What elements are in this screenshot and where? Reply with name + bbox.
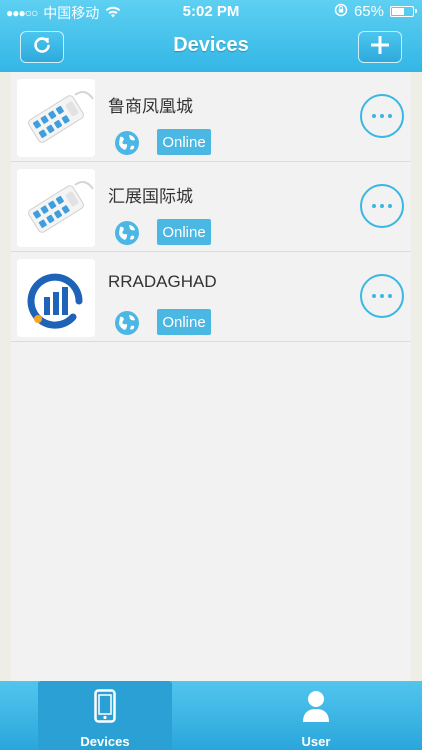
device-row[interactable]: 汇展国际城 Online — [11, 162, 411, 252]
more-dot — [372, 114, 376, 118]
battery-icon — [390, 6, 417, 17]
device-thumbnail — [17, 169, 95, 247]
battery-fill — [392, 8, 405, 15]
more-options-button[interactable] — [360, 94, 404, 138]
status-badge: Online — [157, 129, 211, 155]
more-dot — [380, 114, 384, 118]
tab-label: Devices — [80, 734, 130, 749]
device-thumbnail — [17, 259, 95, 337]
status-badge: Online — [157, 309, 211, 335]
device-row[interactable]: 鲁商凤凰城 Online — [11, 72, 411, 162]
status-badge: Online — [157, 219, 211, 245]
plus-icon — [370, 35, 390, 60]
tab-user[interactable]: User — [249, 681, 383, 750]
more-options-button[interactable] — [360, 274, 404, 318]
status-bar: ●●●○○ 中国移动 5:02 PM 65% — [0, 0, 422, 24]
more-dot — [372, 294, 376, 298]
more-dot — [388, 204, 392, 208]
device-name: RRADAGHAD — [108, 272, 217, 291]
phone-icon — [94, 689, 116, 728]
more-dot — [380, 204, 384, 208]
globe-icon — [114, 310, 140, 336]
more-dot — [380, 294, 384, 298]
tab-bar: Devices User — [0, 681, 422, 750]
device-thumbnail — [17, 79, 95, 157]
globe-icon — [114, 220, 140, 246]
more-options-button[interactable] — [360, 184, 404, 228]
add-device-button[interactable] — [358, 31, 402, 63]
tab-label: User — [301, 734, 331, 749]
more-dot — [388, 114, 392, 118]
tab-devices[interactable]: Devices — [38, 681, 172, 750]
device-name: 鲁商凤凰城 — [108, 97, 193, 116]
orientation-lock-icon — [334, 3, 348, 20]
more-dot — [388, 294, 392, 298]
more-dot — [372, 204, 376, 208]
device-name: 汇展国际城 — [108, 187, 193, 206]
battery-percent: 65% — [353, 3, 384, 20]
user-icon — [302, 689, 330, 728]
device-row[interactable]: RRADAGHAD Online — [11, 252, 411, 342]
globe-icon — [114, 130, 140, 156]
device-list: 鲁商凤凰城 Online 汇展国际城 Online RRADAGHAD Onli… — [11, 72, 411, 681]
app-header: ●●●○○ 中国移动 5:02 PM 65% Devices — [0, 0, 422, 72]
